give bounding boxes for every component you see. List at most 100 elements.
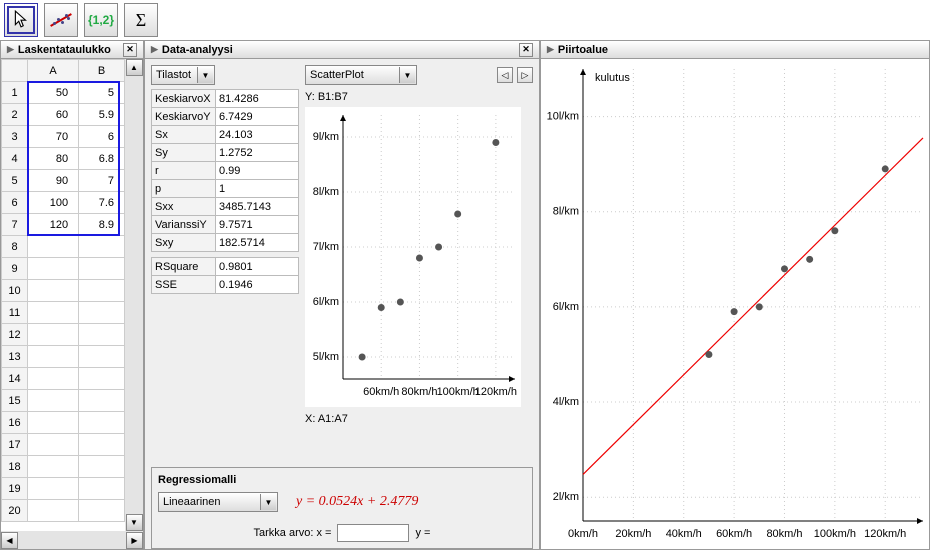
svg-text:20km/h: 20km/h [615, 528, 651, 540]
next-plot-button[interactable]: ▷ [517, 67, 533, 83]
dropdown-label: Tilastot [156, 69, 191, 81]
row-header[interactable]: 11 [2, 302, 28, 324]
stat-value: 3485.7143 [216, 198, 299, 216]
close-icon[interactable]: ✕ [123, 43, 137, 57]
cell[interactable] [28, 302, 79, 324]
cell[interactable] [79, 258, 125, 280]
cell[interactable]: 5 [79, 82, 125, 104]
set-tool-button[interactable]: {1,2} [84, 3, 118, 37]
row-header[interactable]: 8 [2, 236, 28, 258]
cell[interactable] [28, 434, 79, 456]
cell[interactable] [79, 434, 125, 456]
cell[interactable] [79, 390, 125, 412]
cell[interactable] [79, 500, 125, 522]
stat-key: KeskiarvoY [152, 108, 216, 126]
row-header[interactable]: 19 [2, 478, 28, 500]
cell[interactable] [28, 324, 79, 346]
cell[interactable]: 5.9 [79, 104, 125, 126]
row-header[interactable]: 10 [2, 280, 28, 302]
regression-model-dropdown[interactable]: Lineaarinen ▼ [158, 492, 278, 512]
close-icon[interactable]: ✕ [519, 43, 533, 57]
svg-text:100km/h: 100km/h [437, 386, 479, 398]
sum-tool-button[interactable]: Σ [124, 3, 158, 37]
row-header[interactable]: 3 [2, 126, 28, 148]
cell[interactable] [79, 456, 125, 478]
plot-area-body[interactable]: 2l/km4l/km6l/km8l/km10l/km0km/h20km/h40k… [541, 59, 929, 549]
cell[interactable] [79, 302, 125, 324]
cell[interactable]: 90 [28, 170, 79, 192]
scroll-right-icon[interactable]: ▶ [126, 532, 143, 549]
cell[interactable] [79, 236, 125, 258]
scatter-plot-column: ScatterPlot ▼ ◁ ▷ Y: B1:B7 5l/km6l/km7l/… [305, 65, 533, 461]
cell[interactable] [28, 412, 79, 434]
scroll-down-icon[interactable]: ▼ [126, 514, 143, 531]
row-header[interactable]: 6 [2, 192, 28, 214]
cell[interactable]: 50 [28, 82, 79, 104]
cell[interactable] [79, 324, 125, 346]
prev-plot-button[interactable]: ◁ [497, 67, 513, 83]
cell[interactable]: 60 [28, 104, 79, 126]
col-header-A[interactable]: A [28, 60, 79, 82]
spreadsheet-body[interactable]: AB 1 50 52 60 5.93 70 64 80 6.85 90 76 1… [1, 59, 125, 531]
cell[interactable] [28, 500, 79, 522]
cell[interactable] [79, 412, 125, 434]
row-header[interactable]: 1 [2, 82, 28, 104]
row-header[interactable]: 14 [2, 368, 28, 390]
row-header[interactable]: 15 [2, 390, 28, 412]
spreadsheet-panel: ▶ Laskentataulukko ✕ AB 1 50 52 60 5.93 … [0, 40, 144, 550]
row-header[interactable]: 20 [2, 500, 28, 522]
cell[interactable] [79, 478, 125, 500]
row-header[interactable]: 17 [2, 434, 28, 456]
spreadsheet-title: Laskentataulukko [18, 44, 111, 56]
row-header[interactable]: 13 [2, 346, 28, 368]
row-header[interactable]: 7 [2, 214, 28, 236]
plot-area-header[interactable]: ▶ Piirtoalue [541, 41, 929, 59]
cell[interactable]: 6.8 [79, 148, 125, 170]
regression-tool-button[interactable] [44, 3, 78, 37]
cell[interactable] [28, 280, 79, 302]
horizontal-scrollbar[interactable]: ◀ ▶ [1, 531, 143, 549]
cell[interactable]: 7.6 [79, 192, 125, 214]
svg-text:80km/h: 80km/h [401, 386, 437, 398]
cell[interactable] [79, 346, 125, 368]
scroll-up-icon[interactable]: ▲ [126, 59, 143, 76]
plot-type-dropdown[interactable]: ScatterPlot ▼ [305, 65, 417, 85]
cell[interactable]: 8.9 [79, 214, 125, 236]
data-analysis-header[interactable]: ▶ Data-analyysi ✕ [145, 41, 539, 59]
cell[interactable] [79, 368, 125, 390]
stat-key: KeskiarvoX [152, 90, 216, 108]
exact-x-input[interactable] [337, 524, 409, 542]
cell[interactable]: 6 [79, 126, 125, 148]
cell[interactable] [28, 236, 79, 258]
stat-value: 0.9801 [216, 258, 299, 276]
cell[interactable] [28, 390, 79, 412]
row-header[interactable]: 2 [2, 104, 28, 126]
svg-text:80km/h: 80km/h [766, 528, 802, 540]
cell[interactable]: 80 [28, 148, 79, 170]
pointer-tool-button[interactable] [4, 3, 38, 37]
row-header[interactable]: 5 [2, 170, 28, 192]
statistics-dropdown[interactable]: Tilastot ▼ [151, 65, 215, 85]
cell[interactable]: 100 [28, 192, 79, 214]
svg-text:60km/h: 60km/h [716, 528, 752, 540]
cell[interactable] [28, 346, 79, 368]
cell[interactable]: 70 [28, 126, 79, 148]
cell[interactable] [28, 478, 79, 500]
row-header[interactable]: 12 [2, 324, 28, 346]
spreadsheet-header[interactable]: ▶ Laskentataulukko ✕ [1, 41, 143, 59]
svg-text:2l/km: 2l/km [553, 491, 579, 503]
cell[interactable] [28, 368, 79, 390]
stat-key: p [152, 180, 216, 198]
cell[interactable] [28, 258, 79, 280]
col-header-B[interactable]: B [79, 60, 125, 82]
row-header[interactable]: 9 [2, 258, 28, 280]
row-header[interactable]: 18 [2, 456, 28, 478]
row-header[interactable]: 4 [2, 148, 28, 170]
row-header[interactable]: 16 [2, 412, 28, 434]
vertical-scrollbar[interactable]: ▲ ▼ [125, 59, 143, 531]
cell[interactable]: 120 [28, 214, 79, 236]
scroll-left-icon[interactable]: ◀ [1, 532, 18, 549]
cell[interactable] [79, 280, 125, 302]
cell[interactable] [28, 456, 79, 478]
cell[interactable]: 7 [79, 170, 125, 192]
